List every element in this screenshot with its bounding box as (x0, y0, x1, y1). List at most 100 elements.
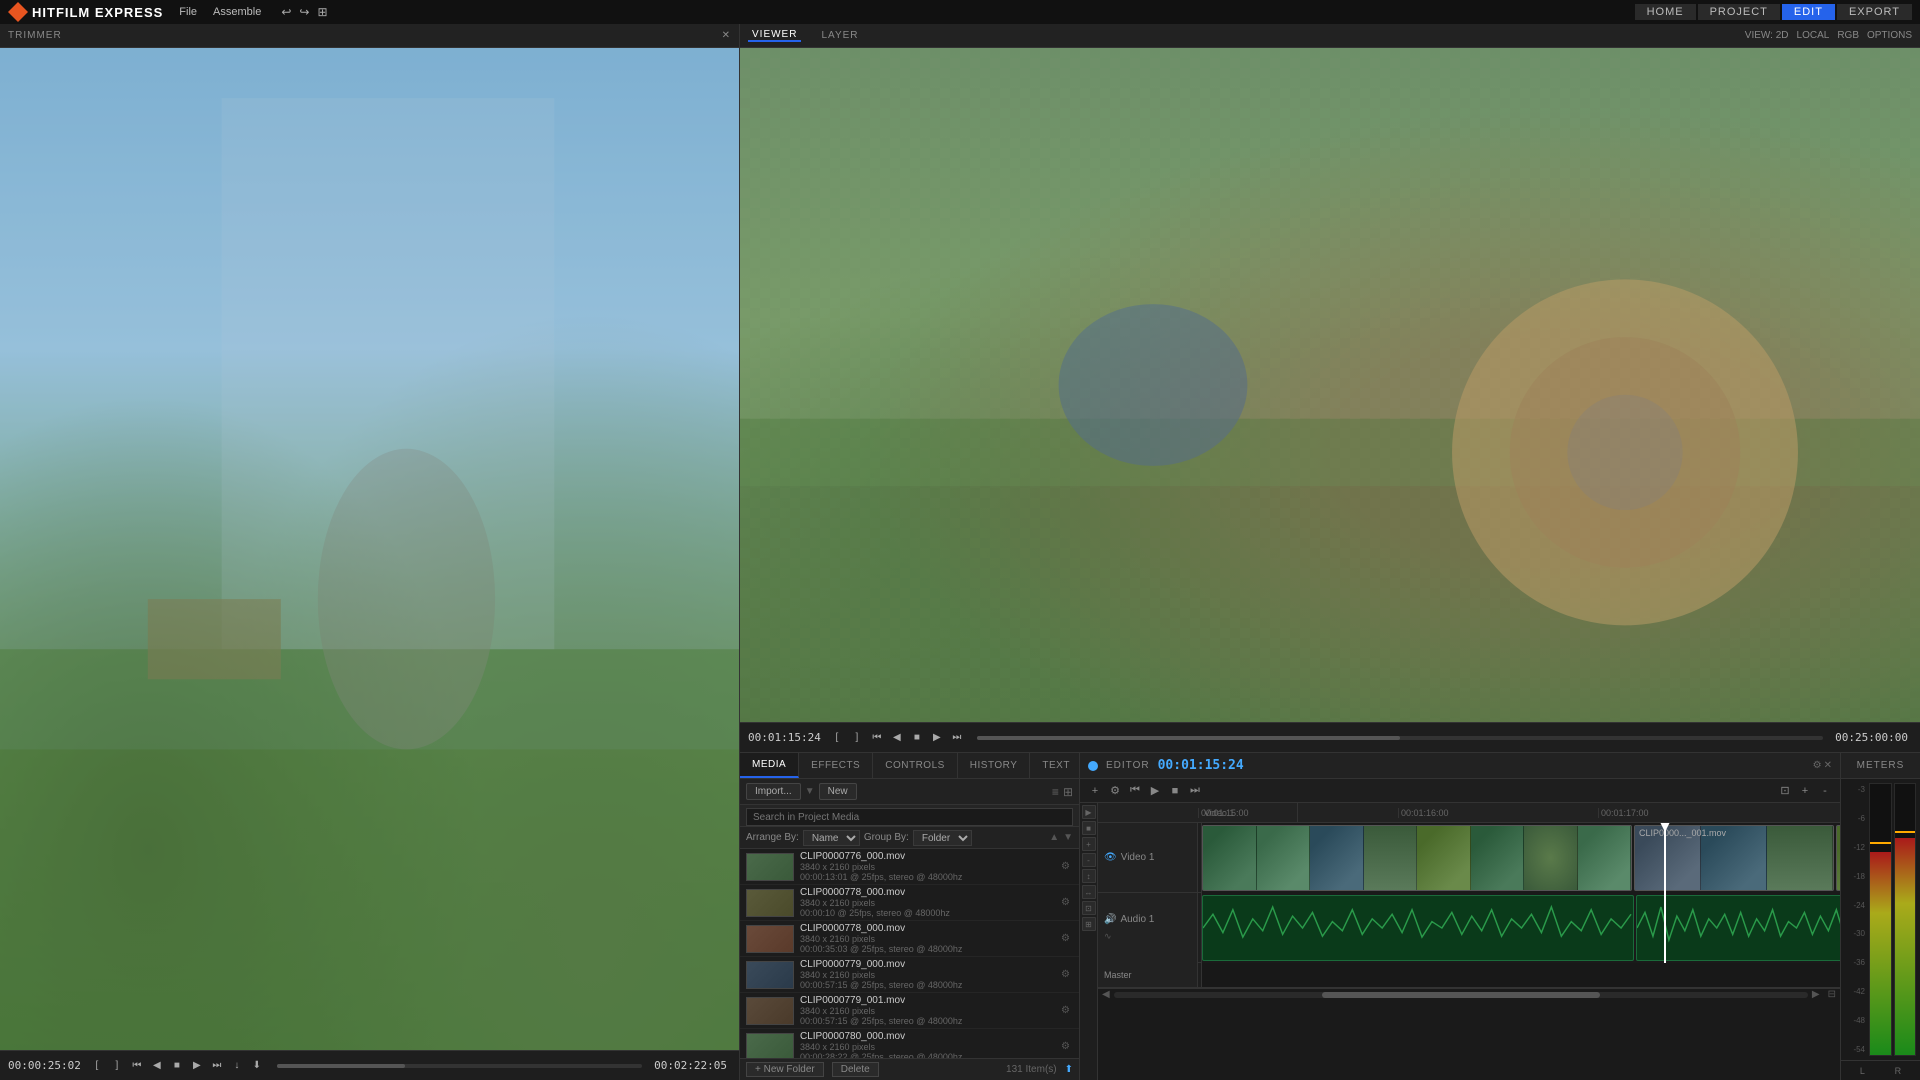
tab-history[interactable]: HISTORY (958, 753, 1031, 778)
sort-asc-icon[interactable]: ▲ (1049, 832, 1059, 843)
scroll-right-btn[interactable]: ▶ (1812, 989, 1820, 1000)
tab-media[interactable]: MEDIA (740, 753, 799, 778)
gear-icon[interactable]: ⚙ (1061, 1041, 1073, 1053)
view-local-select[interactable]: LOCAL (1797, 30, 1830, 41)
editor-close-icon[interactable]: ✕ (1824, 760, 1832, 771)
trimmer-stop[interactable]: ■ (169, 1058, 185, 1074)
master-track-content[interactable] (1202, 963, 1840, 987)
tab-effects[interactable]: EFFECTS (799, 753, 873, 778)
viewer-mark-out[interactable]: ] (849, 730, 865, 746)
side-btn-7[interactable]: ⊡ (1082, 901, 1096, 915)
nav-project[interactable]: PROJECT (1698, 4, 1780, 20)
side-btn-2[interactable]: ■ (1082, 821, 1096, 835)
viewer-step-back[interactable]: ⏮ (869, 730, 885, 746)
nav-export[interactable]: EXPORT (1837, 4, 1912, 20)
list-item[interactable]: CLIP0000778_000.mov 3840 x 2160 pixels 0… (740, 885, 1079, 921)
side-btn-8[interactable]: ⊞ (1082, 917, 1096, 931)
grid-view-icon[interactable]: ⊞ (1063, 785, 1073, 799)
trimmer-overwrite[interactable]: ⬇ (249, 1058, 265, 1074)
side-btn-4[interactable]: - (1082, 853, 1096, 867)
list-item[interactable]: CLIP0000776_000.mov 3840 x 2160 pixels 0… (740, 849, 1079, 885)
video-clip-3[interactable]: CLIP0000..._001.mov (1836, 825, 1840, 891)
view-options-select[interactable]: OPTIONS (1867, 30, 1912, 41)
redo-icon[interactable]: ↪ (299, 5, 309, 19)
editor-settings-icon[interactable]: ⚙ (1813, 760, 1822, 771)
upload-icon[interactable]: ⬆ (1065, 1064, 1073, 1075)
editor-zoom-out-btn[interactable]: - (1816, 782, 1834, 800)
list-view-icon[interactable]: ≡ (1052, 785, 1059, 799)
zoom-fit-btn[interactable]: ⊟ (1828, 989, 1836, 1000)
editor-zoom-in-btn[interactable]: + (1796, 782, 1814, 800)
side-btn-3[interactable]: + (1082, 837, 1096, 851)
menu-assemble[interactable]: Assemble (213, 6, 261, 18)
nav-edit[interactable]: EDIT (1782, 4, 1835, 20)
viewer-mark-in[interactable]: [ (829, 730, 845, 746)
list-item[interactable]: CLIP0000779_000.mov 3840 x 2160 pixels 0… (740, 957, 1079, 993)
grid-icon[interactable]: ⊞ (317, 5, 327, 19)
gear-icon[interactable]: ⚙ (1061, 897, 1073, 909)
trimmer-step-back[interactable]: ⏮ (129, 1058, 145, 1074)
trimmer-step-fwd[interactable]: ⏭ (209, 1058, 225, 1074)
playhead[interactable] (1664, 823, 1666, 893)
import-dropdown-icon[interactable]: ▼ (805, 786, 815, 797)
trimmer-insert[interactable]: ↓ (229, 1058, 245, 1074)
delete-button[interactable]: Delete (832, 1062, 879, 1077)
scroll-left-btn[interactable]: ◀ (1102, 989, 1110, 1000)
undo-icon[interactable]: ↩ (281, 5, 291, 19)
trimmer-mark-out[interactable]: ] (109, 1058, 125, 1074)
list-item[interactable]: CLIP0000778_000.mov 3840 x 2160 pixels 0… (740, 921, 1079, 957)
scroll-thumb[interactable] (1322, 992, 1600, 998)
sort-desc-icon[interactable]: ▼ (1063, 832, 1073, 843)
timeline-scroll[interactable]: ◀ ▶ ⊟ (1098, 988, 1840, 1000)
tab-text[interactable]: TEXT (1030, 753, 1083, 778)
editor-add-media-btn[interactable]: + (1086, 782, 1104, 800)
audio-clip-1[interactable] (1202, 895, 1634, 961)
viewer-play-back[interactable]: ◀ (889, 730, 905, 746)
tab-controls[interactable]: CONTROLS (873, 753, 958, 778)
scroll-track[interactable] (1114, 992, 1808, 998)
nav-home[interactable]: HOME (1635, 4, 1696, 20)
audio-clip-2[interactable] (1636, 895, 1840, 961)
list-item[interactable]: CLIP0000779_001.mov 3840 x 2160 pixels 0… (740, 993, 1079, 1029)
editor-play-btn[interactable]: ▶ (1146, 782, 1164, 800)
viewer-stop[interactable]: ■ (909, 730, 925, 746)
search-input[interactable] (746, 808, 1073, 826)
side-btn-1[interactable]: ▶ (1082, 805, 1096, 819)
trimmer-mark-in[interactable]: [ (89, 1058, 105, 1074)
new-folder-button[interactable]: + New Folder (746, 1062, 824, 1077)
gear-icon[interactable]: ⚙ (1061, 861, 1073, 873)
trimmer-scrubber[interactable] (277, 1064, 642, 1068)
trimmer-play[interactable]: ▶ (189, 1058, 205, 1074)
video-track-content[interactable]: CLIP0000..._001.mov CLIP0000.. (1202, 823, 1840, 893)
group-select[interactable]: Folder (913, 830, 972, 846)
editor-fwd-btn[interactable]: ⏭ (1186, 782, 1204, 800)
side-btn-5[interactable]: ↕ (1082, 869, 1096, 883)
video-clip-1[interactable] (1202, 825, 1632, 891)
new-button[interactable]: New (819, 783, 857, 800)
menu-file[interactable]: File (179, 6, 197, 18)
list-item[interactable]: CLIP0000780_000.mov 3840 x 2160 pixels 0… (740, 1029, 1079, 1058)
tab-viewer[interactable]: VIEWER (748, 29, 801, 42)
eye-icon[interactable]: 👁 (1104, 852, 1117, 863)
audio-speaker-icon[interactable]: 🔊 (1104, 914, 1116, 925)
viewer-step-fwd[interactable]: ⏭ (949, 730, 965, 746)
gear-icon[interactable]: ⚙ (1061, 969, 1073, 981)
trimmer-play-back[interactable]: ◀ (149, 1058, 165, 1074)
tab-layer[interactable]: LAYER (817, 30, 862, 41)
import-button[interactable]: Import... (746, 783, 801, 800)
side-btn-6[interactable]: ↔ (1082, 885, 1096, 899)
viewer-scrubber[interactable] (977, 736, 1823, 740)
editor-snap-btn[interactable]: ⊡ (1776, 782, 1794, 800)
editor-settings-btn[interactable]: ⚙ (1106, 782, 1124, 800)
audio-waveform-icon: ∿ (1104, 931, 1112, 942)
view-rgb-select[interactable]: RGB (1837, 30, 1859, 41)
editor-stop-btn[interactable]: ■ (1166, 782, 1184, 800)
gear-icon[interactable]: ⚙ (1061, 1005, 1073, 1017)
viewer-play[interactable]: ▶ (929, 730, 945, 746)
gear-icon[interactable]: ⚙ (1061, 933, 1073, 945)
audio-track-content[interactable] (1202, 893, 1840, 963)
arrange-select[interactable]: Name (803, 830, 860, 846)
trimmer-close-icon[interactable]: ✕ (722, 30, 731, 41)
view-2d-select[interactable]: VIEW: 2D (1745, 30, 1789, 41)
editor-rewind-btn[interactable]: ⏮ (1126, 782, 1144, 800)
